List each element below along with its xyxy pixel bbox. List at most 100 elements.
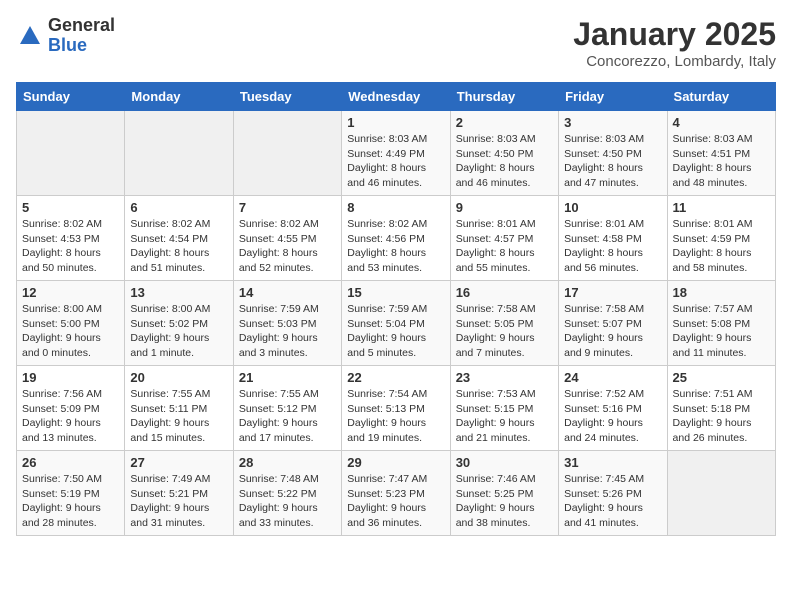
calendar-cell: 23 Sunrise: 7:53 AMSunset: 5:15 PMDayligh… [450,366,558,451]
weekday-header-friday: Friday [559,83,667,111]
day-info: Sunrise: 7:53 AMSunset: 5:15 PMDaylight:… [456,387,553,446]
calendar-cell: 7 Sunrise: 8:02 AMSunset: 4:55 PMDaylight… [233,196,341,281]
calendar-cell: 21 Sunrise: 7:55 AMSunset: 5:12 PMDayligh… [233,366,341,451]
logo-icon [16,22,44,50]
day-info: Sunrise: 7:56 AMSunset: 5:09 PMDaylight:… [22,387,119,446]
day-number: 13 [130,285,227,300]
day-number: 9 [456,200,553,215]
calendar-cell: 25 Sunrise: 7:51 AMSunset: 5:18 PMDayligh… [667,366,775,451]
day-number: 28 [239,455,336,470]
day-number: 3 [564,115,661,130]
calendar-week-4: 19Sunrise: 7:56 AMSunset: 5:09 PMDayligh… [17,366,776,451]
calendar-cell: 30 Sunrise: 7:46 AMSunset: 5:25 PMDayligh… [450,451,558,536]
day-info: Sunrise: 8:00 AMSunset: 5:02 PMDaylight:… [130,302,227,361]
calendar-week-3: 12 Sunrise: 8:00 AMSunset: 5:00 PMDayligh… [17,281,776,366]
day-number: 23 [456,370,553,385]
weekday-header-tuesday: Tuesday [233,83,341,111]
logo-blue-text: Blue [48,36,115,56]
calendar-table: SundayMondayTuesdayWednesdayThursdayFrid… [16,82,776,536]
calendar-cell: 9 Sunrise: 8:01 AMSunset: 4:57 PMDaylight… [450,196,558,281]
day-number: 11 [673,200,770,215]
day-info: Sunrise: 7:58 AMSunset: 5:05 PMDaylight:… [456,302,553,361]
calendar-cell: 31 Sunrise: 7:45 AMSunset: 5:26 PMDayligh… [559,451,667,536]
calendar-cell: 15Sunrise: 7:59 AMSunset: 5:04 PMDayligh… [342,281,450,366]
calendar-cell: 28 Sunrise: 7:48 AMSunset: 5:22 PMDayligh… [233,451,341,536]
header: General Blue January 2025 Concorezzo, Lo… [16,16,776,70]
calendar-cell [667,451,775,536]
day-number: 30 [456,455,553,470]
day-info: Sunrise: 7:55 AMSunset: 5:12 PMDaylight:… [239,387,336,446]
day-info: Sunrise: 7:59 AMSunset: 5:03 PMDaylight:… [239,302,336,361]
day-info: Sunrise: 8:01 AMSunset: 4:57 PMDaylight:… [456,217,553,276]
calendar-cell: 3 Sunrise: 8:03 AMSunset: 4:50 PMDaylight… [559,111,667,196]
day-number: 14 [239,285,336,300]
day-number: 6 [130,200,227,215]
title-area: January 2025 Concorezzo, Lombardy, Italy [573,16,776,70]
day-info: Sunrise: 7:45 AMSunset: 5:26 PMDaylight:… [564,472,661,531]
calendar-cell: 6 Sunrise: 8:02 AMSunset: 4:54 PMDaylight… [125,196,233,281]
calendar-cell [125,111,233,196]
weekday-header-monday: Monday [125,83,233,111]
day-info: Sunrise: 8:02 AMSunset: 4:55 PMDaylight:… [239,217,336,276]
calendar-cell: 20 Sunrise: 7:55 AMSunset: 5:11 PMDayligh… [125,366,233,451]
day-info: Sunrise: 7:50 AMSunset: 5:19 PMDaylight:… [22,472,119,531]
calendar-week-5: 26 Sunrise: 7:50 AMSunset: 5:19 PMDayligh… [17,451,776,536]
calendar-cell: 5 Sunrise: 8:02 AMSunset: 4:53 PMDaylight… [17,196,125,281]
day-info: Sunrise: 8:01 AMSunset: 4:59 PMDaylight:… [673,217,770,276]
calendar-cell: 18 Sunrise: 7:57 AMSunset: 5:08 PMDayligh… [667,281,775,366]
day-number: 29 [347,455,444,470]
calendar-cell: 11 Sunrise: 8:01 AMSunset: 4:59 PMDayligh… [667,196,775,281]
day-info: Sunrise: 7:58 AMSunset: 5:07 PMDaylight:… [564,302,661,361]
weekday-header-thursday: Thursday [450,83,558,111]
day-info: Sunrise: 7:52 AMSunset: 5:16 PMDaylight:… [564,387,661,446]
calendar-cell: 24Sunrise: 7:52 AMSunset: 5:16 PMDayligh… [559,366,667,451]
day-number: 2 [456,115,553,130]
calendar-cell: 29 Sunrise: 7:47 AMSunset: 5:23 PMDayligh… [342,451,450,536]
weekday-header-wednesday: Wednesday [342,83,450,111]
calendar-cell [233,111,341,196]
day-number: 7 [239,200,336,215]
day-number: 26 [22,455,119,470]
day-number: 5 [22,200,119,215]
day-number: 31 [564,455,661,470]
day-info: Sunrise: 7:51 AMSunset: 5:18 PMDaylight:… [673,387,770,446]
calendar-cell: 26 Sunrise: 7:50 AMSunset: 5:19 PMDayligh… [17,451,125,536]
day-number: 1 [347,115,444,130]
day-number: 12 [22,285,119,300]
day-info: Sunrise: 7:57 AMSunset: 5:08 PMDaylight:… [673,302,770,361]
weekday-header-sunday: Sunday [17,83,125,111]
calendar-week-1: 1 Sunrise: 8:03 AMSunset: 4:49 PMDaylight… [17,111,776,196]
calendar-subtitle: Concorezzo, Lombardy, Italy [573,53,776,70]
calendar-cell: 1 Sunrise: 8:03 AMSunset: 4:49 PMDaylight… [342,111,450,196]
calendar-week-2: 5 Sunrise: 8:02 AMSunset: 4:53 PMDaylight… [17,196,776,281]
calendar-cell [17,111,125,196]
day-number: 25 [673,370,770,385]
day-info: Sunrise: 7:46 AMSunset: 5:25 PMDaylight:… [456,472,553,531]
calendar-cell: 27Sunrise: 7:49 AMSunset: 5:21 PMDayligh… [125,451,233,536]
day-info: Sunrise: 7:49 AMSunset: 5:21 PMDaylight:… [130,472,227,531]
day-info: Sunrise: 8:00 AMSunset: 5:00 PMDaylight:… [22,302,119,361]
calendar-cell: 10Sunrise: 8:01 AMSunset: 4:58 PMDayligh… [559,196,667,281]
day-number: 8 [347,200,444,215]
calendar-cell: 14 Sunrise: 7:59 AMSunset: 5:03 PMDayligh… [233,281,341,366]
day-number: 21 [239,370,336,385]
day-info: Sunrise: 7:55 AMSunset: 5:11 PMDaylight:… [130,387,227,446]
calendar-cell: 13 Sunrise: 8:00 AMSunset: 5:02 PMDayligh… [125,281,233,366]
day-info: Sunrise: 8:03 AMSunset: 4:50 PMDaylight:… [564,132,661,191]
day-info: Sunrise: 8:03 AMSunset: 4:49 PMDaylight:… [347,132,444,191]
day-info: Sunrise: 8:03 AMSunset: 4:50 PMDaylight:… [456,132,553,191]
day-info: Sunrise: 8:02 AMSunset: 4:54 PMDaylight:… [130,217,227,276]
calendar-header: SundayMondayTuesdayWednesdayThursdayFrid… [17,83,776,111]
day-info: Sunrise: 8:03 AMSunset: 4:51 PMDaylight:… [673,132,770,191]
calendar-title: January 2025 [573,16,776,53]
calendar-cell: 22Sunrise: 7:54 AMSunset: 5:13 PMDayligh… [342,366,450,451]
calendar-cell: 2 Sunrise: 8:03 AMSunset: 4:50 PMDaylight… [450,111,558,196]
day-number: 15 [347,285,444,300]
day-number: 20 [130,370,227,385]
day-number: 18 [673,285,770,300]
day-number: 17 [564,285,661,300]
day-info: Sunrise: 7:47 AMSunset: 5:23 PMDaylight:… [347,472,444,531]
day-info: Sunrise: 7:48 AMSunset: 5:22 PMDaylight:… [239,472,336,531]
day-info: Sunrise: 8:02 AMSunset: 4:53 PMDaylight:… [22,217,119,276]
day-number: 10 [564,200,661,215]
